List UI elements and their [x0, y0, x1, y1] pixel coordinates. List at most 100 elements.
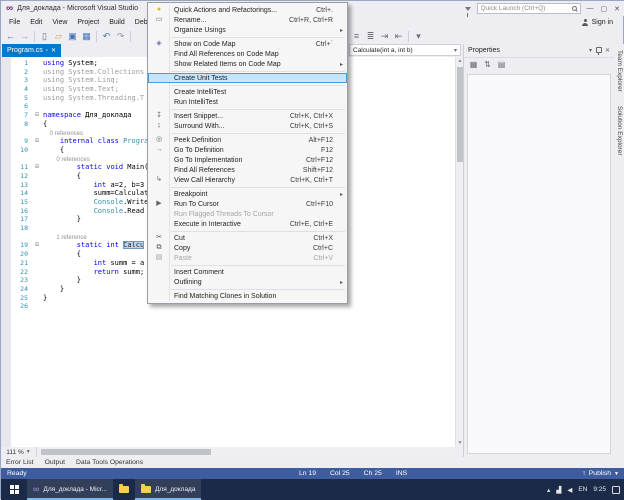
categorized-icon[interactable]: ▦ [468, 59, 479, 70]
close-icon[interactable]: ✕ [51, 48, 56, 54]
fold-margin [33, 102, 41, 111]
action-center-icon[interactable] [612, 486, 620, 494]
menu-item-shortcut: Ctrl+C [303, 245, 333, 252]
property-pages-icon[interactable]: ▤ [496, 59, 507, 70]
save-icon[interactable]: ▣ [66, 30, 79, 43]
tray-expand-icon[interactable]: ▴ [547, 486, 550, 494]
sign-in-button[interactable]: Sign in [582, 16, 623, 28]
pin-icon[interactable]: ▫ [46, 48, 48, 54]
menu-build[interactable]: Build [104, 19, 130, 26]
pin-icon[interactable] [596, 47, 601, 55]
editor-vertical-scrollbar[interactable]: ▲ ▼ [455, 57, 463, 447]
side-tab-team-explorer[interactable]: Team Explorer [616, 50, 623, 92]
breakpoint-margin[interactable] [1, 57, 11, 447]
outdent-icon[interactable]: ⇤ [392, 30, 405, 43]
menu-item-run-flagged-threads-to-cursor[interactable]: Run Flagged Threads To Cursor [148, 209, 347, 219]
navigate-backward-icon[interactable]: ← [4, 30, 17, 43]
menu-item-insert-snippet[interactable]: ↧Insert Snippet...Ctrl+K, Ctrl+X [148, 111, 347, 121]
menu-item-create-unit-tests[interactable]: Create Unit Tests [148, 73, 347, 83]
tab-label: Program.cs [7, 47, 43, 54]
side-tab-solution-explorer[interactable]: Solution Explorer [616, 106, 623, 156]
volume-icon[interactable]: ◀ [567, 486, 572, 494]
menu-item-find-all-references-on-code-map[interactable]: Find All References on Code Map [148, 49, 347, 59]
member-dropdown[interactable]: Calculate(int a, int b) ▾ [349, 44, 461, 56]
panel-tab-output[interactable]: Output [45, 459, 65, 466]
menu-item-cut[interactable]: ✂CutCtrl+X [148, 233, 347, 243]
upload-arrow-icon: ↑ [582, 470, 585, 477]
menu-item-shortcut: Shift+F12 [293, 167, 333, 174]
menu-item-copy[interactable]: ⧉CopyCtrl+C [148, 243, 347, 253]
menu-item-outlining[interactable]: Outlining▸ [148, 277, 347, 287]
status-character: Ch 25 [364, 470, 382, 477]
menu-item-create-intellitest[interactable]: Create IntelliTest [148, 87, 347, 97]
minimize-button[interactable]: — [587, 5, 594, 13]
menu-item-insert-comment[interactable]: Insert Comment [148, 267, 347, 277]
menu-item-run-intellitest[interactable]: Run IntelliTest [148, 97, 347, 107]
menu-item-run-to-cursor[interactable]: ▶Run To CursorCtrl+F10 [148, 199, 347, 209]
indent-icon[interactable]: ⇥ [378, 30, 391, 43]
menu-view[interactable]: View [47, 19, 72, 26]
menu-item-find-all-references[interactable]: Find All ReferencesShift+F12 [148, 165, 347, 175]
alphabetical-icon[interactable]: ⇅ [482, 59, 493, 70]
menu-item-execute-in-interactive[interactable]: Execute in InteractiveCtrl+E, Ctrl+E [148, 219, 347, 229]
code-text [41, 302, 43, 311]
taskbar-button-для-доклада[interactable]: Для_доклада [135, 479, 201, 500]
properties-header-icons: ▾✕ [589, 47, 610, 55]
navigate-forward-icon[interactable]: → [18, 30, 31, 43]
open-file-icon[interactable]: ▱ [52, 30, 65, 43]
taskbar-button-для-доклада-micr[interactable]: ∞Для_доклада - Micr... [27, 479, 113, 500]
search-icon [572, 6, 577, 11]
window-position-icon[interactable]: ▾ [589, 47, 592, 54]
menu-item-rename[interactable]: ▭Rename...Ctrl+R, Ctrl+R [148, 15, 347, 25]
fold-collapse-icon[interactable]: ⊟ [33, 241, 41, 250]
close-icon[interactable]: ✕ [605, 47, 610, 54]
menu-item-quick-actions-and-refactorings[interactable]: ●Quick Actions and Refactorings...Ctrl+. [148, 5, 347, 15]
fold-collapse-icon[interactable]: ⊟ [33, 111, 41, 120]
close-button[interactable]: ✕ [614, 5, 620, 13]
save-all-icon[interactable]: ▦ [80, 30, 93, 43]
rename-icon: ▭ [152, 15, 166, 25]
panel-tab-error-list[interactable]: Error List [6, 459, 34, 466]
fold-collapse-icon[interactable]: ⊟ [33, 137, 41, 146]
new-file-icon[interactable]: ▯ [38, 30, 51, 43]
chevron-down-icon: ▼ [26, 449, 31, 455]
horizontal-scroll-thumb[interactable] [41, 449, 211, 455]
quick-launch-input[interactable]: Quick Launch (Ctrl+Q) [477, 3, 581, 14]
menu-item-breakpoint[interactable]: Breakpoint▸ [148, 189, 347, 199]
menu-item-go-to-implementation[interactable]: Go To ImplementationCtrl+F12 [148, 155, 347, 165]
menu-project[interactable]: Project [72, 19, 104, 26]
toolbar-options-icon[interactable]: ▾ [412, 30, 425, 43]
comment-icon[interactable]: ≡ [350, 30, 363, 43]
menu-item-view-call-hierarchy[interactable]: ↳View Call HierarchyCtrl+K, Ctrl+T [148, 175, 347, 185]
menu-item-show-related-items-on-code-map[interactable]: Show Related Items on Code Map▸ [148, 59, 347, 69]
tab-program-cs[interactable]: Program.cs ▫✕ [2, 44, 61, 57]
clock[interactable]: 9:25 [593, 486, 606, 493]
undo-icon[interactable]: ↶ [100, 30, 113, 43]
menu-item-show-on-code-map[interactable]: ◈Show on Code MapCtrl+` [148, 39, 347, 49]
fold-margin [33, 198, 41, 207]
menu-item-go-to-definition[interactable]: →Go To DefinitionF12 [148, 145, 347, 155]
menu-item-paste[interactable]: ▤PasteCtrl+V [148, 253, 347, 263]
line-number [11, 155, 33, 164]
maximize-button[interactable]: ▢ [601, 5, 608, 13]
uncomment-icon[interactable]: ≣ [364, 30, 377, 43]
network-icon[interactable]: ▟ [556, 486, 561, 494]
redo-icon[interactable]: ↷ [114, 30, 127, 43]
taskbar-button-file-explorer-icon[interactable] [113, 479, 135, 500]
menu-separator [171, 109, 345, 110]
zoom-control[interactable]: 111 % ▼ [1, 447, 37, 457]
menu-item-surround-with[interactable]: ↨Surround With...Ctrl+K, Ctrl+S [148, 121, 347, 131]
menu-item-find-matching-clones-in-solution[interactable]: Find Matching Clones in Solution [148, 291, 347, 301]
editor-horizontal-scrollbar[interactable] [37, 447, 455, 457]
menu-item-organize-usings[interactable]: Organize Usings▸ [148, 25, 347, 35]
start-button[interactable] [1, 479, 27, 500]
publish-button[interactable]: ↑ Publish ▼ [582, 470, 619, 477]
panel-tab-data-tools-operations[interactable]: Data Tools Operations [76, 459, 143, 466]
properties-content[interactable] [467, 74, 611, 454]
language-indicator[interactable]: EN [578, 486, 587, 493]
menu-file[interactable]: File [4, 19, 25, 26]
menu-edit[interactable]: Edit [25, 19, 47, 26]
feedback-filter-icon[interactable] [465, 7, 471, 11]
fold-collapse-icon[interactable]: ⊟ [33, 163, 41, 172]
menu-item-peek-definition[interactable]: ◎Peek DefinitionAlt+F12 [148, 135, 347, 145]
